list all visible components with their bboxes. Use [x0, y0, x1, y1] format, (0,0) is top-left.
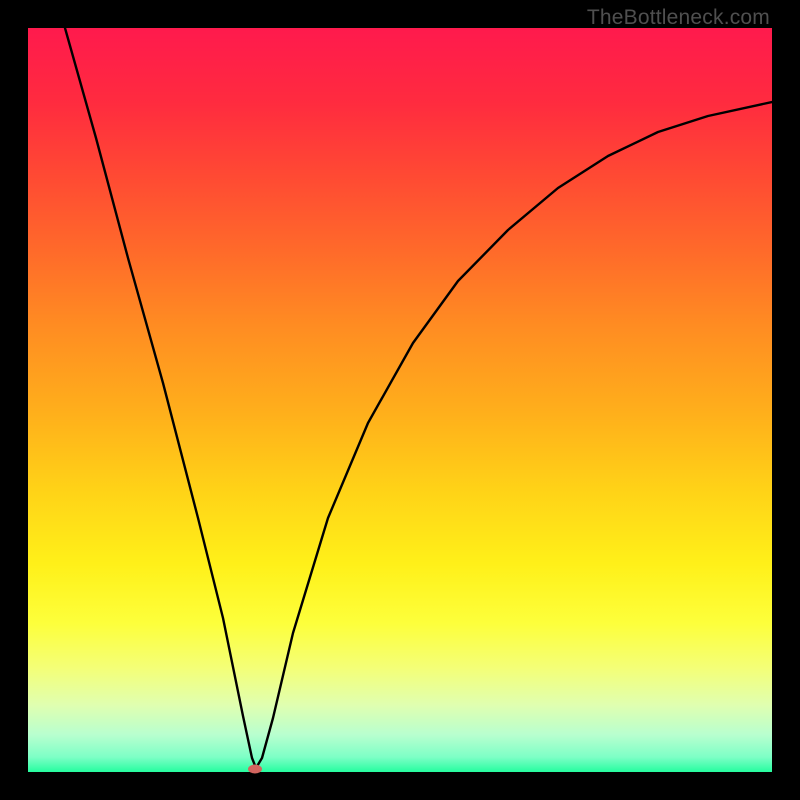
plot-area [28, 28, 772, 772]
watermark-text: TheBottleneck.com [587, 6, 770, 30]
minimum-marker [248, 765, 262, 774]
curve-path [65, 28, 772, 768]
chart-container: TheBottleneck.com [0, 0, 800, 800]
bottleneck-curve [28, 28, 772, 772]
